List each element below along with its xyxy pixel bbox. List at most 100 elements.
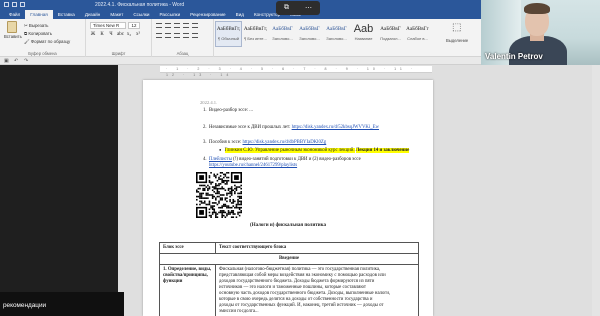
style-item[interactable]: АаБбВвГ Заголово... xyxy=(269,21,296,47)
list-item: 4. Плейлисты (!) видео-занятий подготовк… xyxy=(203,157,361,162)
decrease-indent-icon[interactable] xyxy=(183,23,189,28)
font-name-select[interactable]: Times New R xyxy=(90,22,126,29)
clipboard-group-label: Буфер обмена xyxy=(28,51,57,56)
align-right-icon[interactable] xyxy=(174,33,180,38)
link[interactable]: https://disk.yandex.ru/d/dbPBBYIaDKl0Zg xyxy=(243,140,327,145)
sub-list-item: ● Глинкин С.Ю. Управление рыночным эконо… xyxy=(219,147,410,153)
style-name: ¶ Без инте... xyxy=(244,36,267,41)
table-header-cell: Текст соответствующего блока xyxy=(215,242,419,254)
style-sample: АаБбВвГ xyxy=(272,26,293,32)
paragraph-group: Абзац xyxy=(152,19,214,57)
style-sample: АаБбВвГ xyxy=(299,26,320,32)
style-sample: АаБбВвГг, xyxy=(216,26,241,32)
style-sample: АаБбВвГг, xyxy=(243,26,268,32)
tab-item[interactable]: Макет xyxy=(105,10,128,19)
undo-icon[interactable] xyxy=(12,2,17,7)
format-buttons: Ж К Чabc x₂ x² xyxy=(90,32,141,37)
cut-button[interactable]: ✂ Вырезать xyxy=(24,22,70,30)
copy-button[interactable]: ⧉ Копировать xyxy=(24,30,70,38)
styles-gallery: АаБбВвГг, ¶ Обычный АаБбВвГг, ¶ Без инте...… xyxy=(215,19,431,57)
table-section-cell: Введение xyxy=(159,253,419,265)
justify-icon[interactable] xyxy=(183,33,189,38)
tab-item[interactable]: Рассылки xyxy=(155,10,186,19)
style-sample: Aab xyxy=(353,23,374,35)
tab-item[interactable]: Файл xyxy=(4,10,25,19)
style-item[interactable]: АаБбВвГг Слабое в... xyxy=(404,21,431,47)
save-icon[interactable] xyxy=(4,2,9,7)
table-cell: Фискальная (налогово-бюджетная) политика… xyxy=(215,264,419,316)
call-toolbar: ⧉ ⋯ xyxy=(276,1,320,15)
select-button[interactable]: Выделение xyxy=(446,38,468,43)
tab-item[interactable]: Рецензирование xyxy=(185,10,230,19)
style-item[interactable]: АаБбВвГ Заголово... xyxy=(296,21,323,47)
link[interactable]: Плейлисты xyxy=(209,157,232,162)
select-icon[interactable]: ⬚ xyxy=(452,22,461,33)
style-item[interactable]: АаБбВвГг, ¶ Обычный xyxy=(215,21,242,47)
redo-icon[interactable] xyxy=(20,2,25,7)
vertical-scrollbar[interactable] xyxy=(592,65,600,316)
style-item[interactable]: Aab Название xyxy=(350,21,377,47)
paste-button[interactable]: Вставить xyxy=(4,21,22,43)
window-title: 2022.4.1. Фискальная политика - Word xyxy=(95,1,185,8)
table-row: Введение xyxy=(159,253,419,265)
bullet-icon: ● xyxy=(219,147,222,152)
section-caption: (Налоги и) фискальная политика xyxy=(250,223,326,228)
document-page[interactable]: 2022.4.1. 1. Видео-разбор эссе: ... 2. Н… xyxy=(143,80,433,316)
tab-item[interactable]: Дизайн xyxy=(80,10,105,19)
page-header-text: 2022.4.1. xyxy=(200,100,218,105)
table-cell-line: эмиссии госдолга... xyxy=(219,309,259,314)
style-name: Слабое в... xyxy=(407,36,428,41)
style-name: ¶ Обычный xyxy=(218,36,239,41)
link[interactable]: https://disk.yandex.ru/d/52kbsqJWVVKi_Ew xyxy=(292,125,379,130)
align-left-icon[interactable] xyxy=(156,33,162,38)
redo-icon[interactable]: ↷ xyxy=(24,58,28,64)
tab-item[interactable]: Вставка xyxy=(53,10,80,19)
format-button[interactable]: abc xyxy=(117,32,124,37)
save-icon[interactable]: ▣ xyxy=(4,58,9,64)
font-group-label: Шрифт xyxy=(111,51,126,56)
undo-icon[interactable]: ↶ xyxy=(14,58,18,64)
format-button[interactable]: К xyxy=(99,32,105,37)
format-button[interactable]: x₂ xyxy=(126,32,132,37)
style-sample: АаБбВвГ xyxy=(380,26,401,32)
table-cell: 1. Определение, виды, свойства/принципы,… xyxy=(159,264,216,316)
list-item-continuation: https://youtube.ru/channel/24617299/play… xyxy=(209,163,297,168)
style-item[interactable]: АаБбВвГ Заголово... xyxy=(323,21,350,47)
list-item: 3. Пособия к эссе: https://disk.yandex.r… xyxy=(203,140,327,145)
link[interactable]: https://youtube.ru/channel/24617299/play… xyxy=(209,163,297,168)
list-item: 1. Видео-разбор эссе: ... xyxy=(203,108,253,113)
numbering-icon[interactable] xyxy=(165,23,171,28)
tab-item[interactable]: Ссылки xyxy=(128,10,154,19)
font-size-select[interactable]: 12 xyxy=(128,22,140,29)
table-header-row: Блок эссе Текст соответствующего блока xyxy=(159,242,419,254)
horizontal-ruler[interactable]: · 1 · 2 · 3 · 4 · 5 · 6 · 7 · 8 · 9 · 10… xyxy=(160,66,432,77)
essay-table: Блок эссе Текст соответствующего блока В… xyxy=(159,242,419,316)
style-item[interactable]: АаБбВвГ Подзагол... xyxy=(377,21,404,47)
more-icon[interactable]: ⋯ xyxy=(305,4,312,12)
participant-video-tile[interactable]: Valentin Petrov xyxy=(481,0,600,65)
style-sample: АаБбВвГг xyxy=(406,26,429,32)
participant-name: Valentin Petrov xyxy=(485,52,543,61)
tab-item[interactable]: Главная xyxy=(25,10,53,19)
bullets-icon[interactable] xyxy=(156,23,162,28)
tab-item[interactable]: Вид xyxy=(231,10,249,19)
style-item[interactable]: АаБбВвГг, ¶ Без инте... xyxy=(242,21,269,47)
line-spacing-icon[interactable] xyxy=(192,33,198,38)
list-item: 2. Независимые эссе к ДВИ прошлых лет: h… xyxy=(203,125,380,130)
table-row: 1. Определение, виды, свойства/принципы,… xyxy=(159,264,419,316)
clipboard-icon xyxy=(7,21,17,33)
share-screen-icon[interactable]: ⧉ xyxy=(284,4,289,12)
format-button[interactable]: x² xyxy=(135,32,141,37)
paragraph-group-label: Абзац xyxy=(176,51,189,56)
format-button[interactable]: Ж xyxy=(90,32,96,37)
increase-indent-icon[interactable] xyxy=(192,23,198,28)
format-painter-button[interactable]: 🖌 Формат по образцу xyxy=(24,38,70,46)
quick-access-toolbar xyxy=(4,2,25,7)
style-sample: АаБбВвГ xyxy=(326,26,347,32)
align-center-icon[interactable] xyxy=(165,33,171,38)
multilevel-list-icon[interactable] xyxy=(174,23,180,28)
style-name: Название xyxy=(354,36,373,41)
style-name: Заголово... xyxy=(272,36,293,41)
format-button[interactable]: Ч xyxy=(108,32,114,37)
style-name: Подзагол... xyxy=(380,36,401,41)
